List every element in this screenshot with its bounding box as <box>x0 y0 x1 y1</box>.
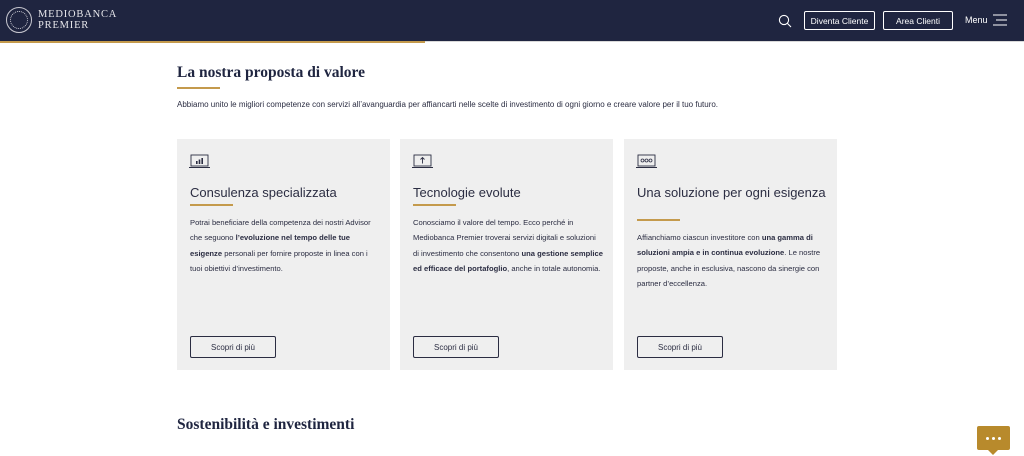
card-tecnologie: Tecnologie evolute Conosciamo il valore … <box>400 139 613 370</box>
header-divider <box>425 41 1024 42</box>
card-description: Affianchiamo ciascun investitore con una… <box>637 233 821 288</box>
logo-seal-icon <box>6 7 32 33</box>
chat-dot <box>998 436 1001 440</box>
mediobanca-premier-logo[interactable]: MEDIOBANCA PREMIER <box>6 7 117 33</box>
card-title: Tecnologie evolute <box>413 185 521 200</box>
section-title-sostenibilita: Sostenibilità e investimenti <box>177 416 355 433</box>
card-consulenza: Consulenza specializzata Potrai benefici… <box>177 139 390 370</box>
card-description: Potrai beneficiare della competenza dei … <box>190 218 371 273</box>
logo-text-line2: PREMIER <box>38 20 90 31</box>
hamburger-menu-icon[interactable] <box>993 14 1007 26</box>
area-clienti-button[interactable]: Area Clienti <box>883 11 953 30</box>
dashboard-laptop-icon <box>636 154 657 168</box>
upload-laptop-icon <box>412 154 433 168</box>
card-title: Una soluzione per ogni esigenza <box>637 185 826 200</box>
top-navbar: MEDIOBANCA PREMIER Diventa Cliente Area … <box>0 0 1024 42</box>
diventa-cliente-button[interactable]: Diventa Cliente <box>804 11 875 30</box>
card-title-underline <box>190 204 233 206</box>
scopri-di-piu-button[interactable]: Scopri di più <box>190 336 276 358</box>
card-soluzione: Una soluzione per ogni esigenza Affianch… <box>624 139 837 370</box>
section-intro-text: Abbiamo unito le migliori competenze con… <box>177 100 719 109</box>
chart-laptop-icon <box>189 154 210 168</box>
scopri-di-piu-button[interactable]: Scopri di più <box>637 336 723 358</box>
search-icon[interactable] <box>778 14 792 28</box>
card-title: Consulenza specializzata <box>190 185 337 200</box>
chat-bubble-icon[interactable] <box>977 426 1010 450</box>
section-title-proposta: La nostra proposta di valore <box>177 64 366 81</box>
logo-text-line1: MEDIOBANCA <box>38 9 118 20</box>
card-title-underline <box>413 204 456 206</box>
section-title-underline <box>177 87 220 89</box>
chat-bubble-tail <box>988 450 998 455</box>
chat-dot <box>992 436 995 440</box>
card-title-underline <box>637 219 680 221</box>
card-description: Conosciamo il valore del tempo. Ecco per… <box>413 218 603 273</box>
chat-dot <box>986 436 989 440</box>
scroll-progress-bar <box>0 41 425 43</box>
menu-label[interactable]: Menu <box>965 15 988 25</box>
scopri-di-piu-button[interactable]: Scopri di più <box>413 336 499 358</box>
